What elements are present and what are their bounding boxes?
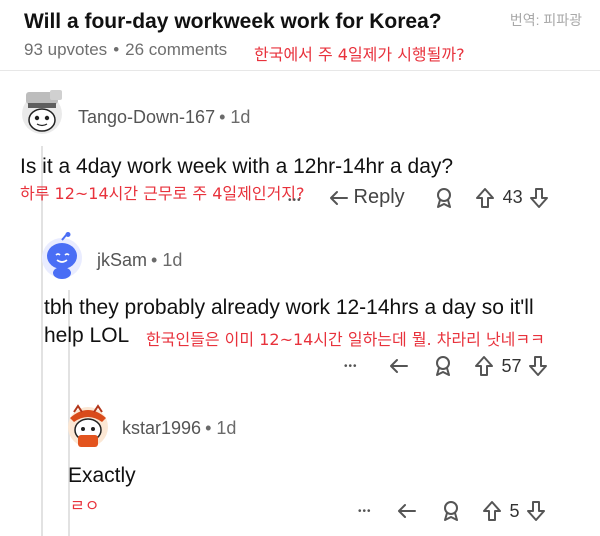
snoo-avatar-icon xyxy=(22,90,62,134)
translator-credit: 번역: 피파광 xyxy=(509,12,582,28)
comment-author[interactable]: Tango-Down-167 • 1d xyxy=(78,107,250,128)
award-icon[interactable] xyxy=(440,500,462,522)
downvote-icon[interactable] xyxy=(528,355,548,377)
comment-age: • 1d xyxy=(205,418,237,438)
vote-count: 57 xyxy=(501,355,522,376)
header-divider xyxy=(0,70,600,71)
meta-separator: • xyxy=(113,40,120,59)
thread-line-level1[interactable] xyxy=(41,146,43,536)
award-icon[interactable] xyxy=(433,187,455,209)
username[interactable]: kstar1996 xyxy=(122,418,201,438)
snoo-avatar-icon xyxy=(68,404,108,447)
comment-body: Exactly xyxy=(68,464,136,487)
vote-count: 5 xyxy=(509,500,520,521)
post-meta: 93 upvotes • 26 comments xyxy=(24,40,227,60)
snoo-avatar-icon xyxy=(42,232,82,279)
post-title[interactable]: Will a four-day workweek work for Korea? xyxy=(24,10,442,34)
comment-count[interactable]: 26 comments xyxy=(125,40,227,59)
reply-arrow-icon[interactable] xyxy=(388,357,410,375)
comment-translation: ㄹㅇ xyxy=(70,496,100,515)
upvote-count: 93 upvotes xyxy=(24,40,108,59)
upvote-icon[interactable] xyxy=(474,355,494,377)
more-options-button[interactable]: ••• xyxy=(288,195,302,206)
more-options-button[interactable]: ••• xyxy=(358,506,372,517)
username[interactable]: jkSam xyxy=(97,250,147,270)
comment-translation: 한국인들은 이미 12~14시간 일하는데 뭘. 차라리 낫네ㅋㅋ xyxy=(146,330,545,349)
comment-actions: ••• 57 xyxy=(344,355,548,377)
comment-body-line2: help LOL xyxy=(44,324,130,347)
downvote-icon[interactable] xyxy=(526,500,546,522)
comment-translation: 하루 12~14시간 근무로 주 4일제인거지? xyxy=(20,184,305,203)
username[interactable]: Tango-Down-167 xyxy=(78,107,215,127)
comment-actions: ••• 5 xyxy=(358,500,546,522)
title-translation: 한국에서 주 4일제가 시행될까? xyxy=(254,45,465,64)
avatar-kstar[interactable] xyxy=(66,402,112,450)
reply-button[interactable]: Reply xyxy=(354,186,405,209)
avatar-jksam[interactable] xyxy=(41,232,85,280)
comment-author[interactable]: jkSam • 1d xyxy=(97,250,182,271)
upvote-icon[interactable] xyxy=(482,500,502,522)
vote-count: 43 xyxy=(502,187,523,207)
downvote-icon[interactable] xyxy=(529,187,549,209)
comment-age: • 1d xyxy=(219,107,251,127)
reply-arrow-icon[interactable] xyxy=(328,189,350,207)
comment-actions: ••• Reply 43 xyxy=(288,186,549,209)
reply-arrow-icon[interactable] xyxy=(396,502,418,520)
comment-author[interactable]: kstar1996 • 1d xyxy=(122,418,236,439)
award-icon[interactable] xyxy=(432,355,454,377)
avatar-tango[interactable] xyxy=(20,88,68,138)
comment-age: • 1d xyxy=(151,250,183,270)
upvote-icon[interactable] xyxy=(475,187,495,209)
comment-body: Is it a 4day work week with a 12hr-14hr … xyxy=(20,155,454,178)
comment-body-line1: tbh they probably already work 12-14hrs … xyxy=(44,296,534,319)
more-options-button[interactable]: ••• xyxy=(344,361,358,372)
